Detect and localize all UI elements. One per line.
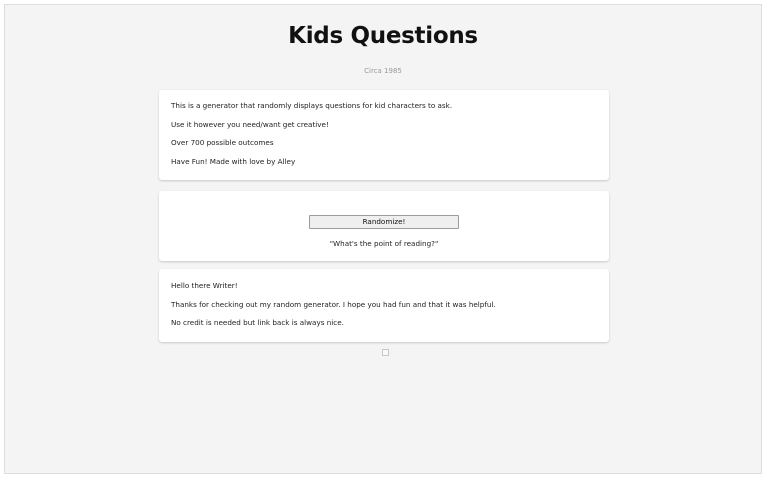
intro-line: Have Fun! Made with love by Alley [171,156,296,166]
randomize-button[interactable]: Randomize! [309,215,459,229]
question-output: "What's the point of reading?" [329,239,439,248]
intro-line: This is a generator that randomly displa… [171,101,453,110]
small-square-icon [382,349,389,356]
outro-card: Hello there Writer! Thanks for checking … [159,269,609,342]
intro-line: Over 700 possible outcomes [171,138,274,147]
generator-card: Randomize! "What's the point of reading?… [159,191,609,261]
outro-line: Thanks for checking out my random genera… [171,299,496,309]
page-subtitle: Circa 1985 [364,67,402,75]
page-title: Kids Questions [288,23,478,49]
intro-line: Use it however you need/want get creativ… [171,119,329,129]
outro-line: No credit is needed but link back is alw… [171,318,344,327]
page-frame: Kids Questions Circa 1985 This is a gene… [4,4,762,474]
intro-card: This is a generator that randomly displa… [159,90,609,180]
outro-line: Hello there Writer! [171,281,238,290]
